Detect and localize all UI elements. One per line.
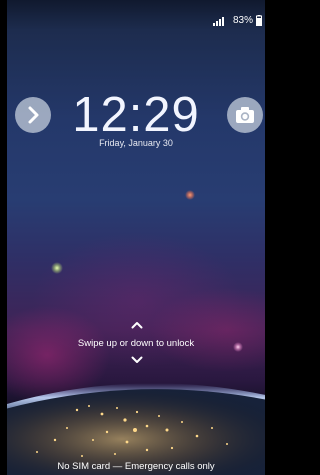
glowing-star bbox=[185, 190, 195, 200]
glowing-star bbox=[51, 262, 63, 274]
lock-screen[interactable]: 83% 12:29 Friday, January 30 Swipe up or… bbox=[7, 0, 265, 475]
lock-date: Friday, January 30 bbox=[99, 138, 173, 148]
battery-percentage: 83% bbox=[232, 15, 253, 26]
battery-icon bbox=[256, 15, 262, 26]
status-bar: 83% bbox=[7, 12, 265, 30]
signal-bars-icon bbox=[213, 17, 224, 26]
chevron-down-icon bbox=[131, 356, 143, 363]
camera-shortcut-button[interactable] bbox=[227, 97, 263, 133]
unlock-hint: Swipe up or down to unlock bbox=[77, 338, 195, 349]
camera-icon bbox=[236, 107, 254, 123]
carrier-status: No SIM card — Emergency calls only bbox=[57, 461, 215, 472]
earth-wallpaper-image bbox=[7, 383, 265, 475]
chevron-up-icon bbox=[131, 322, 143, 329]
